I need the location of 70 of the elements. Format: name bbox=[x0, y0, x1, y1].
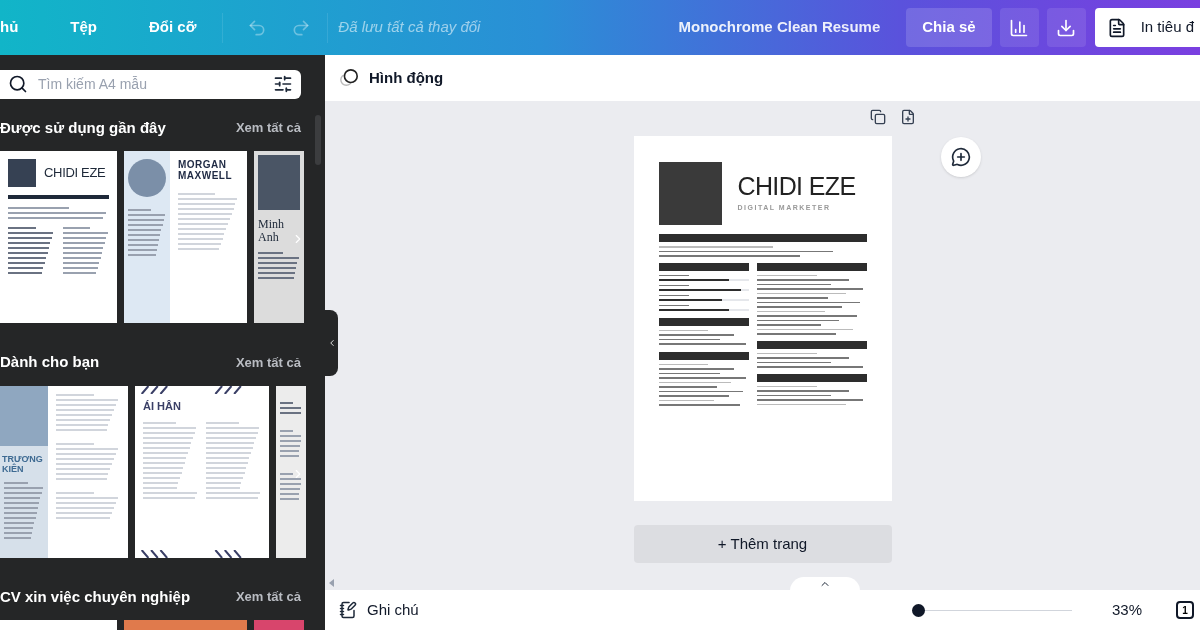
zoom-percentage: 33% bbox=[1111, 599, 1142, 620]
photo-placeholder bbox=[128, 159, 166, 197]
search-input[interactable]: Tìm kiếm A4 mẫu bbox=[38, 73, 263, 95]
template-thumbnail[interactable] bbox=[254, 620, 304, 630]
download-button[interactable] bbox=[1046, 8, 1086, 47]
template-thumbnail[interactable]: CHIDI EZE bbox=[0, 151, 117, 323]
placeholder-lines-drawing bbox=[8, 227, 55, 274]
animate-button[interactable]: Hình động bbox=[339, 66, 444, 90]
comment-add-icon bbox=[951, 147, 971, 167]
placeholder-lines-drawing bbox=[178, 193, 239, 250]
redo-icon bbox=[291, 17, 312, 38]
placeholder-lines-drawing bbox=[258, 252, 300, 279]
collapse-panel-button[interactable] bbox=[325, 310, 338, 376]
template-thumbnail[interactable]: TRƯƠNG KIÊN bbox=[0, 385, 128, 558]
template-thumbnail[interactable] bbox=[276, 385, 306, 558]
template-title: CHIDI EZE bbox=[44, 164, 106, 183]
skill-label-line bbox=[658, 294, 689, 296]
filter-icon bbox=[273, 74, 293, 95]
notes-button[interactable]: Ghi chú bbox=[339, 598, 419, 622]
placeholder-lines-drawing bbox=[128, 209, 166, 256]
comment-button[interactable] bbox=[941, 137, 981, 177]
download-icon bbox=[1056, 17, 1077, 38]
resume-name: CHIDI EZE bbox=[737, 173, 856, 200]
template-thumbnail[interactable] bbox=[0, 620, 117, 630]
search-icon bbox=[8, 74, 28, 95]
template-title: ÁI HÂN bbox=[143, 398, 182, 414]
placeholder-lines-drawing bbox=[280, 472, 302, 500]
animation-icon bbox=[339, 68, 359, 88]
section-title: Được sử dụng gần đây bbox=[0, 117, 166, 138]
placeholder-lines-drawing bbox=[56, 491, 120, 519]
print-button[interactable]: In tiêu đ bbox=[1094, 8, 1200, 47]
photo-placeholder bbox=[258, 155, 300, 210]
skill-label-line bbox=[658, 304, 689, 306]
placeholder-lines-drawing bbox=[280, 401, 302, 414]
skill-label-line bbox=[658, 284, 689, 286]
photo-placeholder bbox=[658, 162, 722, 225]
placeholder-lines-drawing bbox=[62, 227, 109, 274]
skill-label-line bbox=[658, 274, 689, 276]
template-title: Minh Anh bbox=[258, 218, 285, 244]
see-all-link[interactable]: Xem tất cả bbox=[235, 352, 301, 372]
search-field[interactable]: Tìm kiếm A4 mẫu bbox=[0, 70, 301, 99]
notes-icon bbox=[339, 601, 357, 619]
placeholder-lines-drawing bbox=[56, 393, 120, 431]
template-title: MORGAN MAXWELL bbox=[178, 159, 234, 181]
document-title: Monochrome Clean Resume bbox=[678, 17, 881, 38]
zoom-slider[interactable] bbox=[911, 603, 1072, 617]
add-page-icon[interactable] bbox=[899, 109, 916, 125]
see-all-link[interactable]: Xem tất cả bbox=[235, 587, 301, 607]
photo-placeholder bbox=[0, 385, 48, 446]
duplicate-page-icon[interactable] bbox=[869, 109, 886, 125]
section-title: CV xin việc chuyên nghiệp bbox=[0, 586, 191, 607]
template-thumbnail[interactable] bbox=[124, 620, 247, 630]
placeholder-lines-drawing bbox=[4, 481, 44, 539]
scrollbar-thumb bbox=[315, 115, 321, 165]
photo-placeholder bbox=[8, 159, 36, 187]
see-all-link[interactable]: Xem tất cả bbox=[235, 118, 301, 138]
share-button[interactable]: Chia sẻ bbox=[906, 8, 992, 47]
template-thumbnail[interactable]: ÁI HÂN bbox=[135, 385, 269, 558]
placeholder-lines-drawing bbox=[280, 429, 302, 457]
add-page-button[interactable]: + Thêm trang bbox=[633, 525, 892, 563]
page-count-button[interactable]: 1 bbox=[1176, 601, 1194, 619]
zoom-slider-thumb[interactable] bbox=[911, 603, 925, 617]
bar-chart-icon bbox=[1009, 17, 1030, 38]
save-status: Đã lưu tất cả thay đổi bbox=[338, 17, 481, 38]
placeholder-lines-drawing bbox=[56, 442, 120, 480]
section-title: Dành cho bạn bbox=[0, 352, 100, 372]
template-thumbnail[interactable]: Minh Anh bbox=[254, 151, 304, 323]
template-title: TRƯƠNG KIÊN bbox=[1, 453, 44, 474]
insights-button[interactable] bbox=[999, 8, 1039, 47]
template-thumbnail[interactable]: MORGAN MAXWELL bbox=[124, 151, 247, 323]
